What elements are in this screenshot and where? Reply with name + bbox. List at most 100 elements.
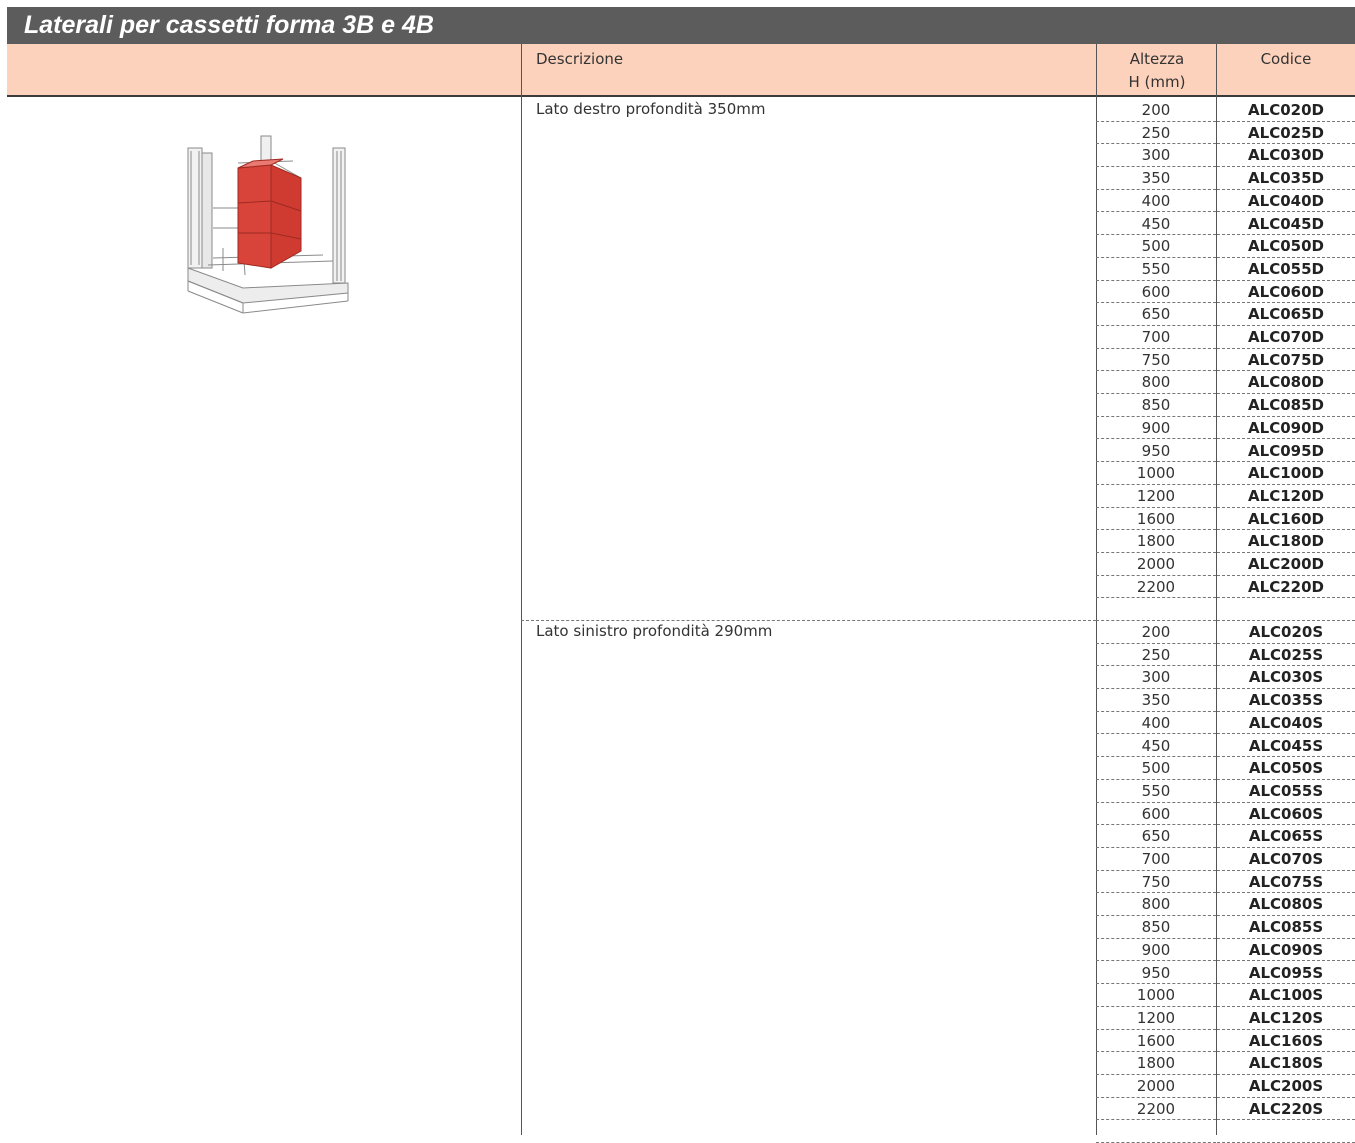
cell-altezza-empty: [1096, 1120, 1216, 1143]
cell-altezza: 550: [1096, 780, 1216, 803]
cell-altezza: 2200: [1096, 1098, 1216, 1121]
cell-codice: ALC040D: [1217, 190, 1355, 213]
cell-altezza: 1600: [1096, 1030, 1216, 1053]
cell-codice: ALC030D: [1217, 144, 1355, 168]
catalog-page: Laterali per cassetti forma 3B e 4B Desc…: [0, 0, 1355, 1143]
cell-altezza: 200: [1096, 99, 1216, 122]
cell-codice: ALC200D: [1217, 553, 1355, 576]
cell-altezza: 950: [1096, 440, 1216, 463]
cell-codice: ALC055D: [1217, 258, 1355, 281]
cell-altezza: 2000: [1096, 553, 1216, 576]
cell-altezza: 2000: [1096, 1075, 1216, 1098]
cell-altezza: 750: [1096, 349, 1216, 372]
cell-altezza: 850: [1096, 916, 1216, 939]
cell-altezza: 1000: [1096, 984, 1216, 1007]
cell-altezza: 650: [1096, 825, 1216, 848]
cell-altezza: 1000: [1096, 462, 1216, 485]
cell-altezza: 1200: [1096, 1007, 1216, 1030]
cell-codice: ALC070S: [1217, 848, 1355, 871]
cell-codice: ALC080S: [1217, 893, 1355, 917]
cell-altezza: 400: [1096, 190, 1216, 213]
cell-altezza: 950: [1096, 962, 1216, 985]
cell-codice: ALC160D: [1217, 508, 1355, 531]
cell-altezza: 850: [1096, 394, 1216, 417]
header-altezza: Altezza H (mm): [1097, 48, 1217, 94]
cell-codice: ALC045D: [1217, 213, 1355, 236]
cell-altezza: 350: [1096, 167, 1216, 190]
header-altezza-line1: Altezza: [1129, 50, 1185, 68]
cell-codice: ALC020S: [1217, 621, 1355, 644]
cell-altezza-empty: [1096, 598, 1216, 622]
cell-codice: ALC095S: [1217, 962, 1355, 985]
cell-codice: ALC020D: [1217, 99, 1355, 122]
cell-codice: ALC085D: [1217, 394, 1355, 417]
cell-codice: ALC090S: [1217, 939, 1355, 962]
cell-altezza: 200: [1096, 621, 1216, 644]
cell-altezza: 1600: [1096, 508, 1216, 531]
cell-altezza: 500: [1096, 757, 1216, 780]
cell-codice: ALC100D: [1217, 462, 1355, 485]
cell-altezza: 1200: [1096, 485, 1216, 508]
page-title: Laterali per cassetti forma 3B e 4B: [24, 11, 434, 39]
cell-altezza: 450: [1096, 735, 1216, 758]
group-description: Lato destro profondità 350mm: [536, 100, 766, 118]
group-separator: [521, 620, 1096, 621]
cell-codice: ALC035S: [1217, 689, 1355, 712]
cell-altezza: 750: [1096, 871, 1216, 894]
cell-altezza: 1800: [1096, 1052, 1216, 1075]
cell-codice: ALC065S: [1217, 825, 1355, 848]
cell-codice: ALC035D: [1217, 167, 1355, 190]
cell-altezza: 500: [1096, 235, 1216, 258]
cell-codice: ALC120D: [1217, 485, 1355, 508]
header-codice: Codice: [1260, 50, 1312, 68]
cell-codice: ALC100S: [1217, 984, 1355, 1007]
cell-codice: ALC060S: [1217, 803, 1355, 826]
cell-codice-empty: [1217, 598, 1355, 622]
cell-codice: ALC025D: [1217, 122, 1355, 145]
cell-altezza: 800: [1096, 893, 1216, 917]
cell-altezza: 600: [1096, 803, 1216, 826]
cell-altezza: 900: [1096, 417, 1216, 440]
cell-codice: ALC070D: [1217, 326, 1355, 349]
cell-codice: ALC050D: [1217, 235, 1355, 258]
header-descrizione: Descrizione: [536, 50, 624, 68]
header-altezza-line2: H (mm): [1128, 73, 1186, 91]
cell-codice: ALC050S: [1217, 757, 1355, 780]
cell-codice: ALC075D: [1217, 349, 1355, 372]
cell-codice: ALC220D: [1217, 576, 1355, 599]
cell-codice: ALC180S: [1217, 1052, 1355, 1075]
cell-codice: ALC085S: [1217, 916, 1355, 939]
table-header: Descrizione Altezza H (mm) Codice: [7, 44, 1355, 97]
cell-codice: ALC080D: [1217, 371, 1355, 395]
cell-codice: ALC220S: [1217, 1098, 1355, 1121]
group-description: Lato sinistro profondità 290mm: [536, 622, 773, 640]
cell-codice: ALC090D: [1217, 417, 1355, 440]
cabinet-drawing: [187, 135, 349, 314]
cell-altezza: 250: [1096, 122, 1216, 145]
column-divider: [521, 44, 522, 1135]
title-bar: Laterali per cassetti forma 3B e 4B: [7, 7, 1355, 44]
cell-altezza: 450: [1096, 213, 1216, 236]
product-illustration: [183, 133, 355, 323]
cell-codice: ALC120S: [1217, 1007, 1355, 1030]
cell-altezza: 400: [1096, 712, 1216, 735]
cell-altezza: 650: [1096, 303, 1216, 326]
cell-altezza: 350: [1096, 689, 1216, 712]
cell-altezza: 800: [1096, 371, 1216, 395]
cell-altezza: 700: [1096, 848, 1216, 871]
cell-altezza: 550: [1096, 258, 1216, 281]
cell-altezza: 300: [1096, 144, 1216, 168]
cell-altezza: 1800: [1096, 530, 1216, 553]
cell-codice: ALC030S: [1217, 666, 1355, 690]
cell-codice: ALC065D: [1217, 303, 1355, 326]
cell-codice: ALC075S: [1217, 871, 1355, 894]
cell-codice: ALC180D: [1217, 530, 1355, 553]
cell-altezza: 300: [1096, 666, 1216, 690]
cell-codice: ALC025S: [1217, 644, 1355, 667]
cell-codice: ALC045S: [1217, 735, 1355, 758]
cell-codice-empty: [1217, 1120, 1355, 1143]
cell-altezza: 900: [1096, 939, 1216, 962]
cell-altezza: 700: [1096, 326, 1216, 349]
cell-altezza: 2200: [1096, 576, 1216, 599]
cell-codice: ALC095D: [1217, 440, 1355, 463]
